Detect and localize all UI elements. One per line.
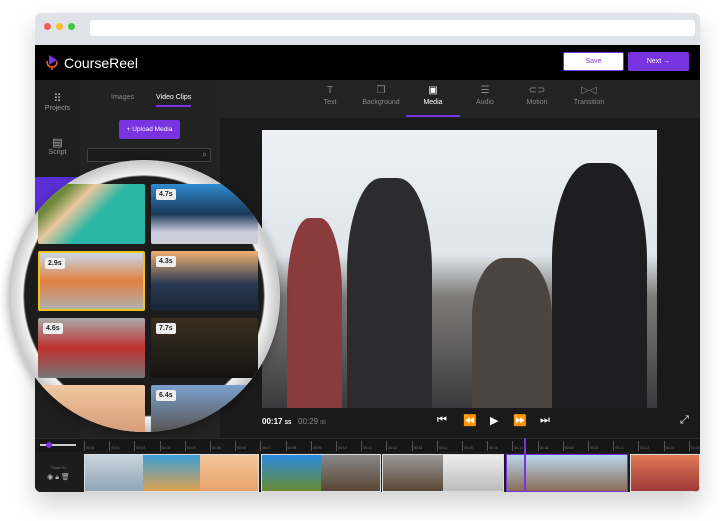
close-dot[interactable] [44, 23, 51, 30]
duration-badge: 6.4s [156, 390, 176, 401]
current-time: 00:17 SS [262, 417, 292, 426]
lock-icon[interactable]: 🔒︎ [55, 474, 59, 481]
tool-motion[interactable]: ⊂⊃ Motion [512, 85, 562, 106]
skip-end-icon[interactable]: ⏭ [540, 414, 550, 427]
total-time: 00:29 00 [298, 417, 326, 426]
upload-media-button[interactable]: + Upload Media [119, 120, 180, 139]
tab-video-clips[interactable]: Video Clips [156, 94, 192, 107]
zoom-slider[interactable] [40, 442, 76, 448]
media-clip-thumbnail[interactable]: 7.7s [151, 318, 258, 378]
playback-controls: 00:17 SS 00:29 00 ⏮ ⏪ ▶ ⏩ ⏭ ⤢ [220, 408, 700, 438]
timeline-tick: 00:03 [159, 441, 170, 451]
text-icon: T [326, 85, 334, 96]
duration-badge: 7.7s [156, 323, 176, 334]
duration-badge: 4.6s [43, 323, 63, 334]
save-button[interactable]: Save [563, 52, 624, 71]
media-clip-thumbnail[interactable] [38, 184, 145, 244]
tool-background[interactable]: ❐ Background [356, 85, 406, 106]
delete-icon[interactable]: 🗑︎ [61, 474, 70, 481]
address-bar[interactable] [90, 20, 695, 36]
timeline-tick: 00:13 [411, 441, 422, 451]
media-clip-thumbnail[interactable]: 4.6s [38, 318, 145, 378]
timeline-tick: 00:19 [562, 441, 574, 451]
timeline-tick: 00:23 [663, 441, 674, 451]
timeline-tick: 00:10 [336, 441, 347, 451]
timeline-clip[interactable] [382, 454, 504, 492]
transition-icon: ▷◁ [581, 85, 597, 96]
timeline-tick: 00:24 [688, 441, 700, 451]
magnifier-overlay: 4.7s 2.9s 4.3s 4.6s 7.7s 6.4s [8, 160, 280, 432]
timeline-tick: 00:00 [84, 441, 95, 451]
toolbar-tabs: T Text ❐ Background ▣ Media ☰ Audio ⊂⊃ Motion… [220, 80, 700, 118]
timeline-tick: 00:12 [386, 441, 397, 451]
tool-text[interactable]: T Text [305, 85, 355, 106]
media-icon: ▣ [428, 85, 438, 96]
timeline-tick: 00:11 [361, 441, 372, 451]
fast-forward-icon[interactable]: ⏩ [513, 414, 527, 427]
sidebar-item-projects[interactable]: ⠿ Projects [35, 92, 80, 112]
tool-audio[interactable]: ☰ Audio [460, 85, 510, 106]
play-icon[interactable]: ▶ [490, 414, 498, 427]
duration-badge: 2.9s [45, 258, 65, 269]
fullscreen-icon[interactable]: ⤢ [680, 414, 689, 427]
tab-images[interactable]: Images [111, 94, 134, 101]
timeline-tick: 00:01 [109, 441, 120, 451]
timeline-tick: 00:08 [285, 441, 296, 451]
media-clip-thumbnail[interactable] [38, 385, 145, 432]
timeline-tick: 00:17 [512, 441, 523, 451]
media-clip-thumbnail[interactable]: 6.4s [151, 385, 258, 432]
tool-transition[interactable]: ▷◁ Transition [564, 85, 614, 106]
rewind-icon[interactable]: ⏪ [463, 414, 477, 427]
media-clip-thumbnail[interactable]: 4.7s [151, 184, 258, 244]
timeline-tick: 00:18 [537, 441, 548, 451]
timeline-ruler[interactable]: 00:00 00:01 00:02 00:03 00:04 00:05 00:06 00:07… [35, 438, 700, 452]
playhead[interactable] [524, 438, 526, 492]
duration-badge: 4.7s [156, 189, 176, 200]
app-header: CourseReel Save Next → [35, 45, 700, 80]
logo-icon [46, 55, 58, 70]
timeline-clip[interactable] [630, 454, 700, 492]
track-header: Track 01 ◉ 🔒︎ 🗑︎ [47, 465, 70, 481]
maximize-dot[interactable] [68, 23, 75, 30]
media-clip-thumbnail[interactable]: 4.3s [151, 251, 258, 311]
timeline-tick: 00:16 [487, 441, 498, 451]
timeline-tick: 00:20 [588, 441, 599, 451]
search-icon: ⌕ [201, 149, 207, 159]
timeline-clip[interactable] [261, 454, 381, 492]
duration-badge: 4.3s [156, 256, 176, 267]
document-icon: ▤ [52, 137, 63, 149]
video-preview[interactable] [262, 130, 657, 408]
timeline-tick: 00:09 [310, 441, 322, 451]
timeline-tick: 00:14 [436, 441, 448, 451]
skip-start-icon[interactable]: ⏮ [437, 414, 447, 427]
grid-icon: ⠿ [53, 93, 62, 105]
next-button[interactable]: Next → [628, 52, 689, 71]
timeline-clip[interactable] [84, 454, 259, 492]
motion-icon: ⊂⊃ [528, 85, 546, 96]
timeline-tick: 00:21 [613, 441, 624, 451]
logo[interactable]: CourseReel [45, 54, 138, 71]
visibility-icon[interactable]: ◉ [47, 474, 53, 481]
timeline-tick: 00:02 [134, 441, 145, 451]
tool-media[interactable]: ▣ Media [406, 85, 460, 117]
timeline-tick: 00:05 [210, 441, 221, 451]
timeline-tick: 00:22 [638, 441, 649, 451]
background-icon: ❐ [376, 85, 386, 96]
sidebar-item-script[interactable]: ▤ Script [35, 136, 80, 156]
timeline-tick: 00:07 [260, 441, 271, 451]
timeline-tick: 00:15 [462, 441, 473, 451]
minimize-dot[interactable] [56, 23, 63, 30]
timeline-tick: 00:04 [184, 441, 196, 451]
timeline-track: Track 01 ◉ 🔒︎ 🗑︎ [35, 452, 700, 492]
audio-icon: ☰ [480, 85, 490, 96]
media-clip-thumbnail[interactable]: 2.9s [38, 251, 145, 311]
timeline-tick: 00:06 [235, 441, 246, 451]
app-name: CourseReel [64, 54, 138, 71]
